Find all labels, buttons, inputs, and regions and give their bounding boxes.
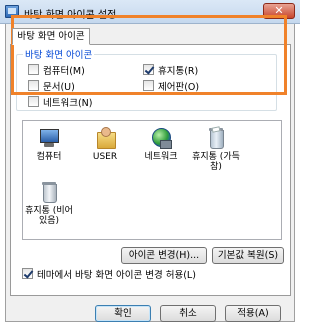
list-item-recycle-bin-empty[interactable]: 휴지통 (비어 있음)	[21, 181, 77, 226]
list-item-computer[interactable]: 컴퓨터	[21, 127, 77, 162]
apply-button[interactable]: 적용(A)	[225, 305, 281, 322]
checkbox-allow-theme-change[interactable]: 테마에서 바탕 화면 아이콘 변경 허용(L)	[22, 267, 196, 281]
checkbox-network[interactable]: 네트워크(N)	[28, 95, 93, 109]
highlight-annotation	[11, 15, 287, 95]
checkbox-network-label: 네트워크(N)	[43, 97, 93, 109]
list-item-label: 컴퓨터	[36, 152, 62, 162]
tab-desktop-icons[interactable]: 바탕 화면 아이콘	[12, 28, 90, 45]
recycle-bin-full-icon	[206, 126, 226, 149]
cancel-button[interactable]: 취소	[160, 305, 216, 322]
recycle-bin-empty-icon	[39, 181, 59, 203]
list-item-label: 휴지통 (비어 있음)	[25, 206, 73, 226]
change-icon-button[interactable]: 아이콘 변경(H)...	[121, 247, 207, 264]
network-icon	[151, 127, 172, 149]
list-item-network[interactable]: 네트워크	[133, 127, 189, 162]
list-item-label: USER	[92, 152, 118, 162]
checkbox-allow-theme-change-label: 테마에서 바탕 화면 아이콘 변경 허용(L)	[37, 269, 196, 281]
list-item-recycle-bin-full[interactable]: 휴지통 (가득 참)	[186, 126, 246, 172]
computer-icon	[39, 127, 59, 149]
restore-default-button[interactable]: 기본값 복원(S)	[212, 247, 284, 264]
list-item-label: 휴지통 (가득 참)	[192, 152, 240, 172]
list-item-user[interactable]: USER	[77, 127, 133, 162]
user-folder-icon	[95, 127, 116, 149]
list-item-label: 네트워크	[144, 152, 178, 162]
ok-button[interactable]: 확인	[95, 305, 151, 322]
checkbox-allow-theme-change-box[interactable]	[22, 268, 33, 279]
checkbox-network-box[interactable]	[28, 96, 39, 107]
